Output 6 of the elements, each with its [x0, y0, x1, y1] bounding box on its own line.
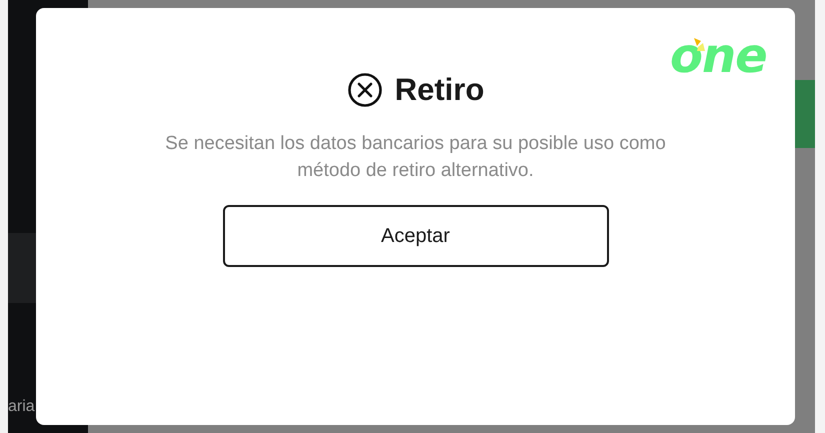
close-circle-icon	[346, 72, 383, 108]
sidebar-label: aria	[8, 398, 35, 416]
accept-button[interactable]: Aceptar	[222, 205, 608, 267]
dialog-title: Retiro	[394, 72, 484, 108]
dialog-message: Se necesitan los datos bancarios para su posible uso como método de retiro alternativo.	[164, 132, 667, 183]
logo: one	[670, 30, 767, 82]
